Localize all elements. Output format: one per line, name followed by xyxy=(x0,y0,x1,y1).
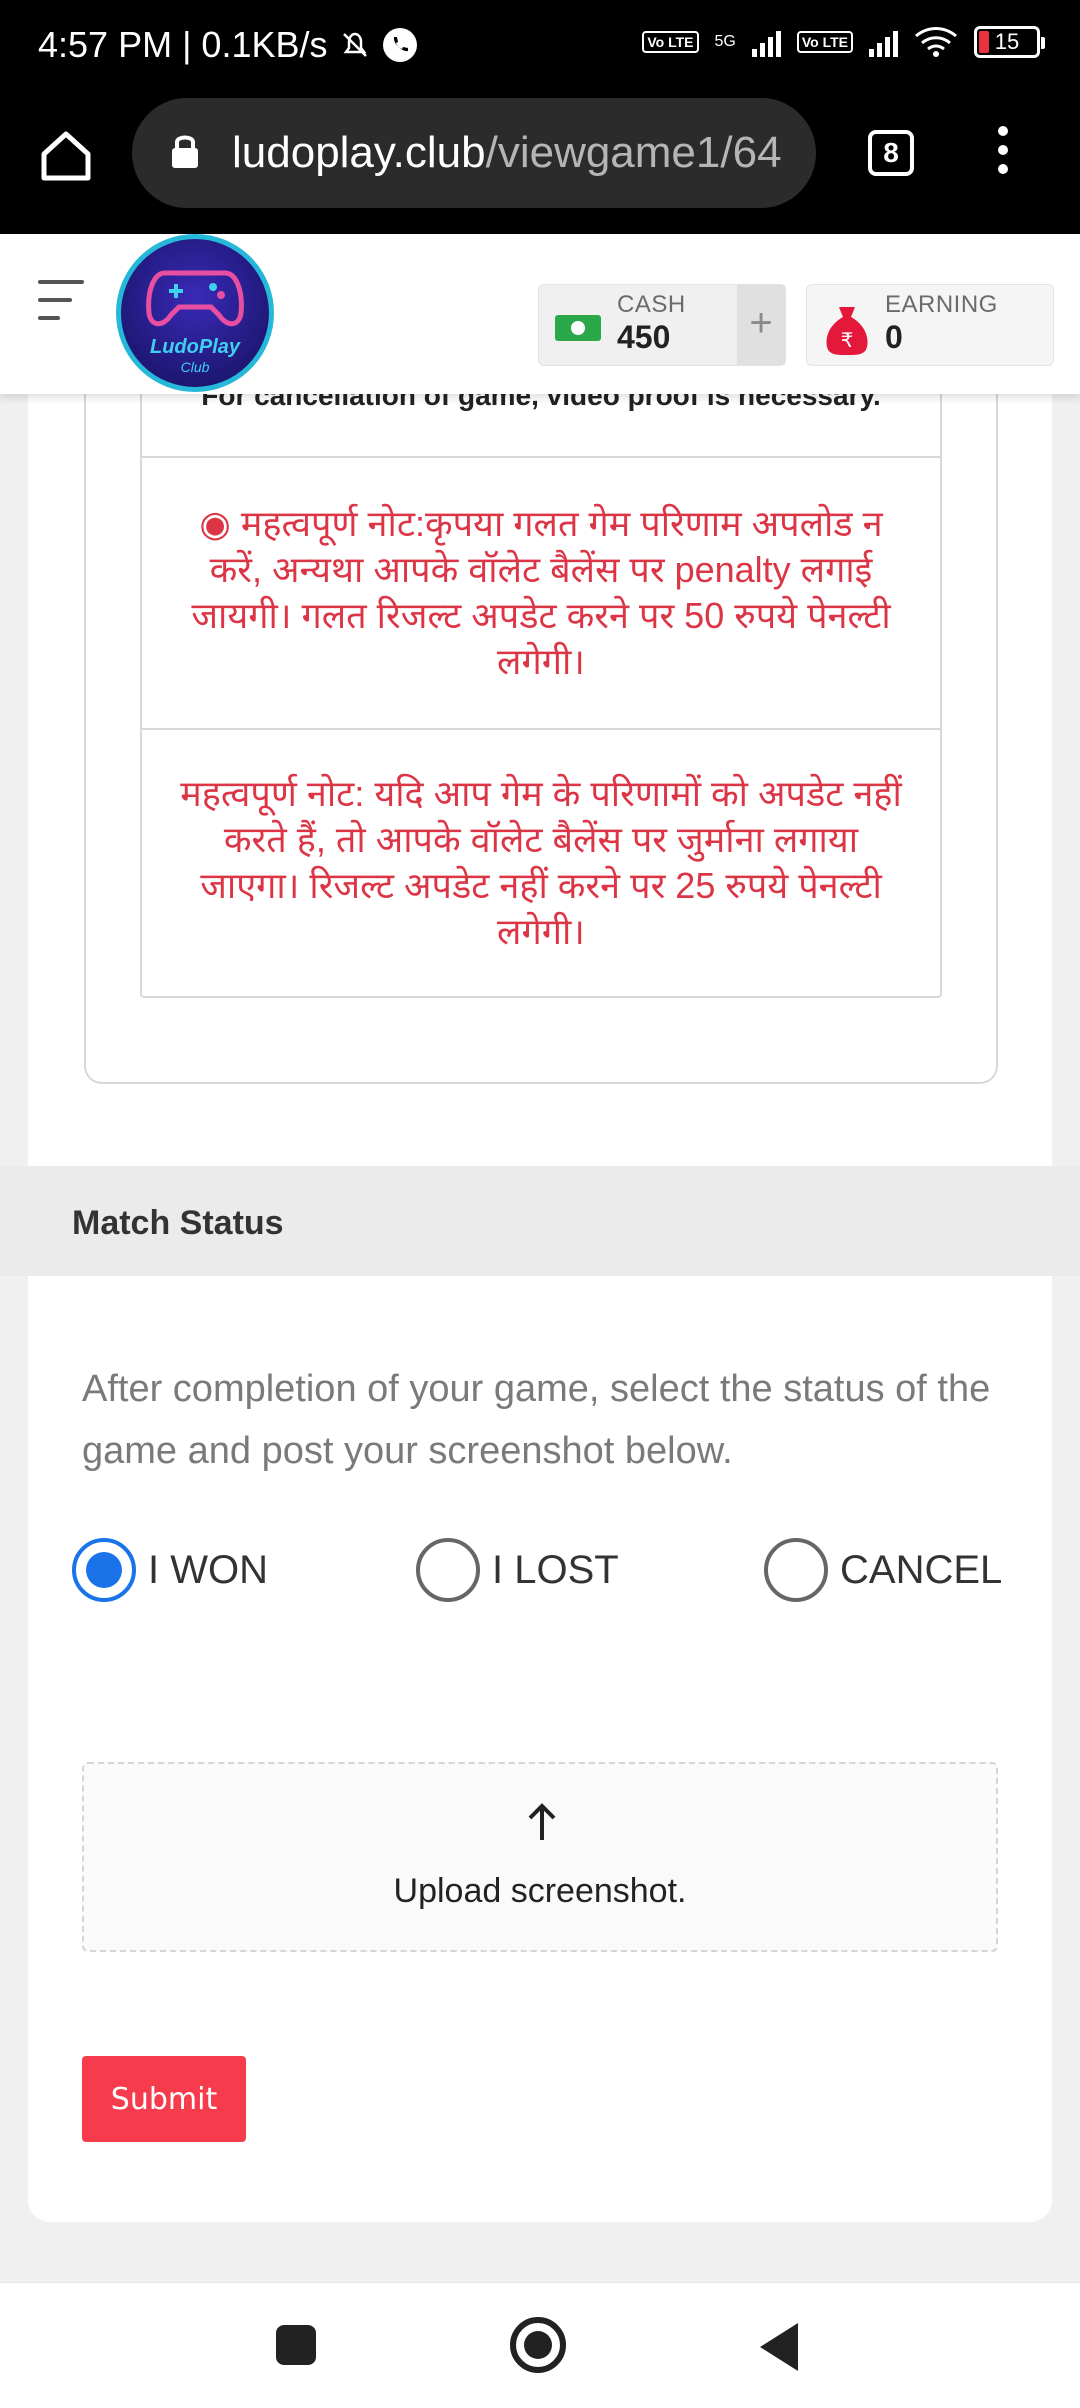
volte-badge-2: Vo LTE xyxy=(796,31,853,53)
cash-value: 450 xyxy=(617,319,671,355)
volte-badge-1: Vo LTE xyxy=(642,31,699,53)
mute-icon xyxy=(342,32,367,57)
add-cash-button[interactable]: + xyxy=(737,285,785,365)
status-bar: 4:57 PM | 0.1KB/s Vo LTE 5G Vo LTE 15 xyxy=(0,0,1080,98)
match-status-header: Match Status xyxy=(0,1166,1080,1276)
penalty-note-2: महत्वपूर्ण नोट: यदि आप गेम के परिणामों क… xyxy=(142,728,940,996)
back-icon[interactable] xyxy=(760,2323,798,2371)
ludoplay-logo[interactable]: LudoPlay Club xyxy=(116,234,274,392)
radio-cancel[interactable]: CANCEL xyxy=(764,1538,1002,1602)
status-right: Vo LTE 5G Vo LTE 15 xyxy=(642,26,1045,58)
address-bar[interactable]: ludoplay.club/viewgame1/64 xyxy=(132,98,816,208)
instructions-text: After completion of your game, select th… xyxy=(82,1368,991,1472)
upload-arrow-icon xyxy=(528,1803,556,1840)
earning-label: EARNING xyxy=(885,291,998,318)
nav-home-icon[interactable] xyxy=(510,2317,566,2373)
battery-icon: 15 xyxy=(974,26,1045,58)
gamepad-icon xyxy=(146,270,244,327)
lock-icon xyxy=(172,135,198,168)
upload-label: Upload screenshot. xyxy=(393,1872,687,1910)
submit-button[interactable]: Submit xyxy=(82,2056,246,2142)
signal-icon-1 xyxy=(751,27,781,57)
system-nav-bar xyxy=(0,2282,1080,2408)
radio-lost-label: I LOST xyxy=(492,1547,619,1592)
penalty-note-1: ◉ महत्वपूर्ण नोट:कृपया गलत गेम परिणाम अप… xyxy=(142,456,940,728)
battery-level: 15 xyxy=(994,29,1020,54)
radio-cancel-circle[interactable] xyxy=(764,1538,828,1602)
radio-i-lost[interactable]: I LOST xyxy=(416,1538,619,1602)
upload-screenshot-dropzone[interactable]: Upload screenshot. xyxy=(82,1762,998,1952)
radio-won-label: I WON xyxy=(148,1547,268,1592)
radio-cancel-label: CANCEL xyxy=(840,1547,1003,1592)
svg-text:₹: ₹ xyxy=(841,328,854,352)
call-icon xyxy=(382,28,417,62)
wifi-icon xyxy=(915,27,957,57)
radio-lost-circle[interactable] xyxy=(416,1538,480,1602)
radio-i-won[interactable]: I WON xyxy=(72,1538,268,1602)
browser-toolbar: ludoplay.club/viewgame1/64 8 xyxy=(0,98,1080,234)
status-left: 4:57 PM | 0.1KB/s xyxy=(38,24,418,66)
signal-icon-2 xyxy=(869,27,898,57)
home-icon[interactable] xyxy=(36,126,96,186)
earning-wallet[interactable]: ₹ EARNING 0 xyxy=(806,284,1054,366)
logo-subtext: Club xyxy=(180,359,210,375)
menu-dots-icon[interactable] xyxy=(988,126,1018,182)
tabs-button[interactable]: 8 xyxy=(868,130,914,176)
radio-won-circle[interactable] xyxy=(72,1538,136,1602)
cash-wallet[interactable]: CASH 450 + xyxy=(538,284,786,366)
rules-table: For cancellation of game, video proof is… xyxy=(140,380,942,998)
cash-icon xyxy=(555,315,601,341)
url-text: ludoplay.club/viewgame1/64 xyxy=(232,128,792,178)
earning-value: 0 xyxy=(885,319,903,355)
app-header: LudoPlay Club CASH 450 + ₹ EARNING 0 xyxy=(0,234,1080,394)
logo-text: LudoPlay xyxy=(149,336,240,358)
time-speed: 4:57 PM | 0.1KB/s xyxy=(38,24,328,65)
cash-label: CASH xyxy=(617,291,686,318)
network-5g-label: 5G xyxy=(714,33,736,50)
recents-icon[interactable] xyxy=(276,2325,316,2365)
money-bag-icon: ₹ xyxy=(826,307,868,355)
match-status-card: After completion of your game, select th… xyxy=(28,1276,1052,2222)
url-path: /viewgame1/64 xyxy=(485,128,782,177)
url-domain: ludoplay.club xyxy=(232,128,486,177)
hamburger-icon[interactable] xyxy=(38,280,84,320)
penalty-note-1-text: ◉ महत्वपूर्ण नोट:कृपया गलत गेम परिणाम अप… xyxy=(191,503,891,682)
penalty-note-2-text: महत्वपूर्ण नोट: यदि आप गेम के परिणामों क… xyxy=(180,773,902,952)
match-status-title: Match Status xyxy=(72,1204,284,1242)
